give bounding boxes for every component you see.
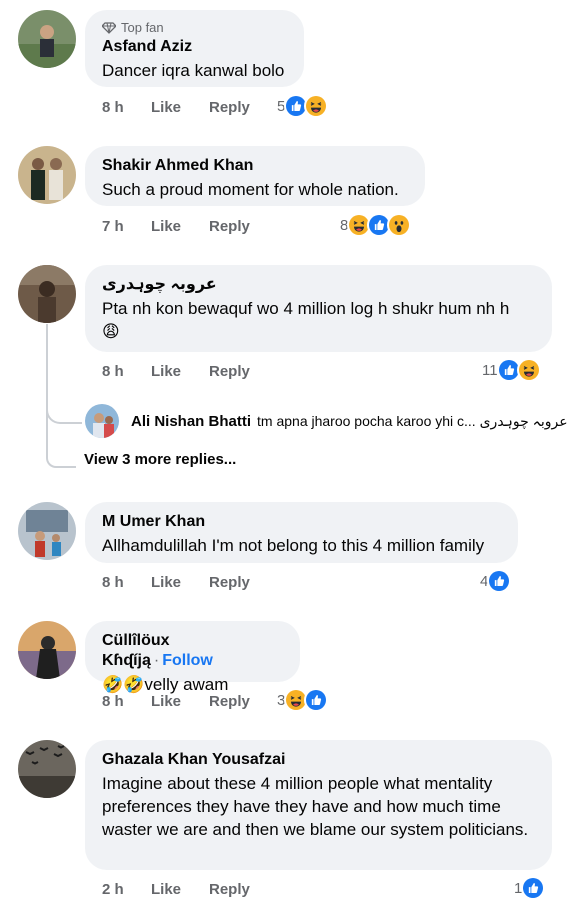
follow-button[interactable]: Follow: [162, 652, 213, 669]
reaction-count: 11: [482, 361, 498, 379]
haha-icon: [516, 358, 541, 382]
separator-dot: ·: [153, 652, 160, 669]
commenter-name[interactable]: Ghazala Khan Yousafzai: [102, 750, 535, 770]
commenter-name[interactable]: Asfand Aziz: [102, 37, 287, 57]
reply-button[interactable]: Reply: [209, 574, 250, 591]
reaction-summary[interactable]: 3: [277, 687, 329, 713]
like-button[interactable]: Like: [151, 363, 209, 380]
like-button[interactable]: Like: [151, 881, 209, 898]
timestamp[interactable]: 8 h: [102, 99, 151, 116]
reply-button[interactable]: Reply: [209, 693, 250, 710]
commenter-name[interactable]: M Umer Khan: [102, 512, 501, 532]
comment-bubble: عروبہ چوہدری Pta nh kon bewaquf wo 4 mil…: [85, 265, 552, 352]
comment-bubble: M Umer Khan Allhamdulillah I'm not belon…: [85, 502, 518, 563]
comment-actions: 8 h Like Reply: [102, 96, 250, 118]
reply-preview[interactable]: Ali Nishan Bhatti tm apna jharoo pocha k…: [85, 404, 568, 438]
timestamp[interactable]: 8 h: [102, 693, 151, 710]
badge-label: Top fan: [121, 20, 164, 35]
comment-text: Allhamdulillah I'm not belong to this 4 …: [102, 536, 485, 555]
reply-button[interactable]: Reply: [209, 218, 250, 235]
comment-bubble: Top fan Asfand Aziz Dancer iqra kanwal b…: [85, 10, 304, 87]
timestamp[interactable]: 8 h: [102, 363, 151, 380]
comment-actions: 2 h Like Reply: [102, 878, 250, 900]
avatar[interactable]: [18, 621, 76, 679]
like-button[interactable]: Like: [151, 693, 209, 710]
reply-button[interactable]: Reply: [209, 881, 250, 898]
timestamp[interactable]: 7 h: [102, 218, 151, 235]
comment-actions: 8 h Like Reply: [102, 571, 250, 593]
like-button[interactable]: Like: [151, 99, 209, 116]
commenter-name: Cüllîlöux Kɦᶑíją · Follow: [102, 631, 283, 671]
like-icon: [487, 569, 512, 593]
top-fan-badge: Top fan: [102, 20, 287, 36]
comment-bubble: Cüllîlöux Kɦᶑíją · Follow 🤣🤣velly awam: [85, 621, 300, 694]
commenter-name-text[interactable]: Cüllîlöux Kɦᶑíją: [102, 632, 170, 669]
timestamp[interactable]: 8 h: [102, 574, 151, 591]
reaction-summary[interactable]: 4: [480, 568, 512, 594]
comment-actions: 7 h Like Reply: [102, 215, 250, 237]
comment-text: Such a proud moment for whole nation.: [102, 180, 399, 199]
reaction-summary[interactable]: 11: [482, 357, 541, 383]
comment-text: Imagine about these 4 million people wha…: [102, 774, 529, 839]
reaction-summary[interactable]: 8: [340, 212, 412, 238]
reply-author-name[interactable]: Ali Nishan Bhatti: [131, 413, 251, 430]
avatar[interactable]: [18, 265, 76, 323]
comment-text: Dancer iqra kanwal bolo: [102, 61, 285, 80]
avatar[interactable]: [85, 404, 119, 438]
avatar[interactable]: [18, 502, 76, 560]
comment-bubble: Ghazala Khan Yousafzai Imagine about the…: [85, 740, 552, 870]
avatar[interactable]: [18, 10, 76, 68]
commenter-name[interactable]: عروبہ چوہدری: [102, 275, 535, 295]
haha-icon: [304, 94, 329, 118]
comment-text: Pta nh kon bewaquf wo 4 million log h sh…: [102, 297, 535, 320]
reply-button[interactable]: Reply: [209, 99, 250, 116]
reaction-summary[interactable]: 1: [514, 875, 546, 901]
reply-snippet: tm apna jharoo pocha karoo yhi c... عروب…: [257, 412, 568, 429]
reaction-summary[interactable]: 5: [277, 93, 329, 119]
like-icon: [521, 876, 546, 900]
avatar[interactable]: [18, 146, 76, 204]
like-icon: [304, 688, 329, 712]
comment-bubble: Shakir Ahmed Khan Such a proud moment fo…: [85, 146, 425, 206]
comment-actions: 8 h Like Reply: [102, 690, 250, 712]
comment-emoji: 😩: [102, 322, 120, 341]
view-more-replies-link[interactable]: View 3 more replies...: [84, 451, 236, 468]
comment-text-body: Pta nh kon bewaquf wo 4 million log h sh…: [102, 299, 510, 318]
diamond-icon: [102, 22, 116, 34]
commenter-name[interactable]: Shakir Ahmed Khan: [102, 156, 408, 176]
like-button[interactable]: Like: [151, 218, 209, 235]
wow-icon: [387, 213, 412, 237]
reply-button[interactable]: Reply: [209, 363, 250, 380]
thread-connector: [46, 408, 76, 468]
timestamp[interactable]: 2 h: [102, 881, 151, 898]
avatar[interactable]: [18, 740, 76, 798]
like-button[interactable]: Like: [151, 574, 209, 591]
comment-actions: 8 h Like Reply: [102, 360, 250, 382]
